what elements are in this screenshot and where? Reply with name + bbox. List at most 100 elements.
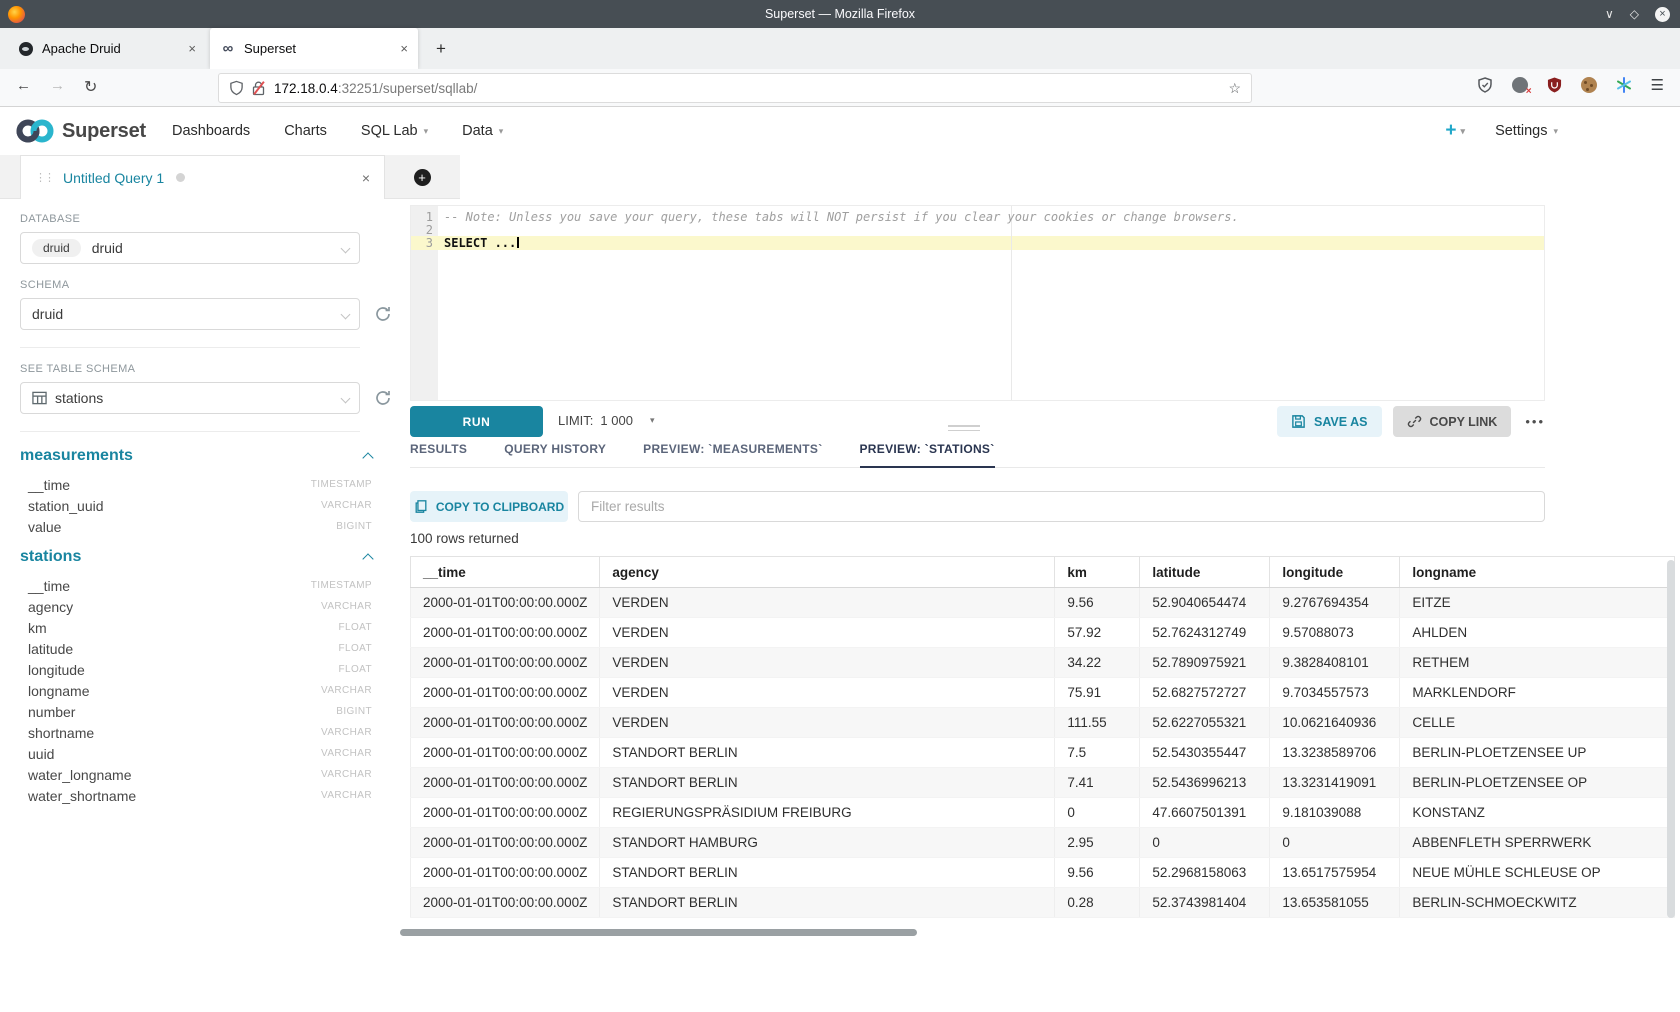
- browser-tabbar: Apache Druid × ∞ Superset × +: [0, 28, 1680, 69]
- cell-longitude: 9.181039088: [1270, 798, 1400, 828]
- menu-icon[interactable]: ☰: [1651, 76, 1664, 94]
- browser-tab-title: Superset: [244, 41, 296, 56]
- forward-icon[interactable]: →: [50, 77, 65, 94]
- tab-preview-stations[interactable]: PREVIEW: `STATIONS`: [860, 442, 995, 468]
- stations-table-header[interactable]: stations: [20, 548, 372, 566]
- query-tab-untitled[interactable]: ⋮⋮ Untitled Query 1 ×: [20, 155, 385, 199]
- tab-query-history[interactable]: QUERY HISTORY: [504, 442, 606, 467]
- panel-resize-handle[interactable]: [948, 425, 980, 434]
- measurements-table-header[interactable]: measurements: [20, 447, 372, 465]
- back-icon[interactable]: ←: [16, 77, 31, 94]
- nav-sql-lab[interactable]: SQL Lab▾: [361, 123, 428, 139]
- sql-code-text: SELECT ...: [444, 236, 516, 250]
- sql-editor[interactable]: 1 2 3 -- Note: Unless you save your quer…: [410, 205, 1545, 401]
- measurements-table-name: measurements: [20, 447, 133, 465]
- insecure-lock-icon[interactable]: [252, 81, 265, 96]
- browser-tab-apache-druid[interactable]: Apache Druid ×: [8, 28, 206, 69]
- column-name: water_shortname: [28, 788, 136, 804]
- add-query-tab-button[interactable]: +: [385, 155, 459, 199]
- superset-favicon: ∞: [220, 41, 236, 57]
- query-tab-close-icon[interactable]: ×: [362, 170, 370, 186]
- nav-data[interactable]: Data▾: [462, 123, 503, 139]
- col-header-longname[interactable]: longname: [1400, 557, 1675, 588]
- tracking-shield-icon[interactable]: [229, 80, 244, 96]
- tab-results[interactable]: RESULTS: [410, 442, 467, 467]
- table-row: 2000-01-01T00:00:00.000Z STANDORT BERLIN…: [411, 858, 1675, 888]
- schema-select[interactable]: druid: [20, 298, 360, 330]
- cell-latitude: 52.6827572727: [1140, 678, 1270, 708]
- editor-toolbar: RUN LIMIT: 1 000 ▾ SAVE AS COPY LINK •••: [410, 401, 1545, 443]
- col-header-latitude[interactable]: latitude: [1140, 557, 1270, 588]
- extension-shield-icon[interactable]: [1477, 77, 1493, 93]
- superset-logo[interactable]: Superset: [12, 116, 146, 146]
- window-close-icon[interactable]: ×: [1655, 7, 1670, 22]
- drag-handle-icon[interactable]: ⋮⋮: [35, 171, 53, 184]
- save-as-button[interactable]: SAVE AS: [1277, 406, 1382, 437]
- window-minimize-icon[interactable]: ∨: [1605, 7, 1614, 21]
- more-options-button[interactable]: •••: [1525, 414, 1545, 429]
- new-tab-button[interactable]: +: [428, 36, 454, 62]
- url-bar[interactable]: 172.18.0.4:32251/superset/sqllab/ ☆: [218, 73, 1252, 103]
- refresh-schema-icon[interactable]: [374, 305, 392, 323]
- table-row: 2000-01-01T00:00:00.000Z STANDORT BERLIN…: [411, 888, 1675, 918]
- col-header-agency[interactable]: agency: [600, 557, 1055, 588]
- chevron-up-icon[interactable]: [362, 553, 373, 564]
- col-header-time[interactable]: __time: [411, 557, 600, 588]
- cell-longname: CELLE: [1400, 708, 1675, 738]
- browser-tab-superset[interactable]: ∞ Superset ×: [210, 28, 418, 69]
- schema-column-row: longname VARCHAR: [20, 680, 372, 701]
- cell-km: 34.22: [1055, 648, 1140, 678]
- extension-mask-icon[interactable]: [1512, 77, 1528, 93]
- limit-value: 1 000: [600, 413, 633, 428]
- horizontal-scrollbar[interactable]: [400, 929, 917, 936]
- cookie-icon[interactable]: [1581, 77, 1597, 93]
- limit-dropdown[interactable]: LIMIT: 1 000 ▾: [558, 413, 654, 428]
- cell-km: 2.95: [1055, 828, 1140, 858]
- ublock-icon[interactable]: [1547, 77, 1562, 93]
- copy-link-button[interactable]: COPY LINK: [1393, 406, 1512, 437]
- cell-time: 2000-01-01T00:00:00.000Z: [411, 648, 600, 678]
- cell-latitude: 52.5436996213: [1140, 768, 1270, 798]
- copy-to-clipboard-button[interactable]: COPY TO CLIPBOARD: [410, 491, 568, 522]
- refresh-table-icon[interactable]: [374, 389, 392, 407]
- chevron-down-icon: ▾: [499, 126, 504, 137]
- schema-column-row: value BIGINT: [20, 516, 372, 537]
- column-name: longitude: [28, 662, 85, 678]
- schema-column-row: longitude FLOAT: [20, 659, 372, 680]
- add-new-button[interactable]: +▾: [1445, 120, 1465, 142]
- tab-preview-measurements[interactable]: PREVIEW: `MEASUREMENTS`: [643, 442, 822, 467]
- nav-charts[interactable]: Charts: [284, 123, 327, 139]
- extension-asterisk-icon[interactable]: [1616, 77, 1632, 93]
- reload-icon[interactable]: ↻: [84, 77, 97, 97]
- window-maximize-icon[interactable]: ◇: [1630, 7, 1639, 21]
- chevron-up-icon[interactable]: [362, 452, 373, 463]
- table-select[interactable]: stations: [20, 382, 360, 414]
- sqllab-sidebar: DATABASE druid druid SCHEMA druid SEE TA…: [0, 199, 400, 1012]
- save-as-label: SAVE AS: [1314, 415, 1368, 429]
- cell-longname: RETHEM: [1400, 648, 1675, 678]
- column-name: shortname: [28, 725, 94, 741]
- schema-column-row: shortname VARCHAR: [20, 722, 372, 743]
- run-button[interactable]: RUN: [410, 406, 543, 437]
- query-tab-strip: ⋮⋮ Untitled Query 1 × +: [0, 155, 1680, 199]
- database-select[interactable]: druid druid: [20, 232, 360, 264]
- cell-latitude: 52.5430355447: [1140, 738, 1270, 768]
- column-name: longname: [28, 683, 90, 699]
- settings-menu[interactable]: Settings▾: [1495, 123, 1558, 139]
- table-row: 2000-01-01T00:00:00.000Z REGIERUNGSPRÄSI…: [411, 798, 1675, 828]
- bookmark-star-icon[interactable]: ☆: [1228, 80, 1241, 97]
- cell-agency: VERDEN: [600, 708, 1055, 738]
- tab-close-icon[interactable]: ×: [178, 41, 196, 56]
- filter-results-input[interactable]: [578, 491, 1545, 522]
- col-header-km[interactable]: km: [1055, 557, 1140, 588]
- cell-longname: MARKLENDORF: [1400, 678, 1675, 708]
- superset-navbar: Superset Dashboards Charts SQL Lab▾ Data…: [0, 107, 1680, 155]
- divider: [20, 431, 360, 432]
- cell-longitude: 9.57088073: [1270, 618, 1400, 648]
- vertical-scrollbar[interactable]: [1667, 560, 1675, 918]
- nav-dashboards[interactable]: Dashboards: [172, 123, 250, 139]
- tab-close-icon[interactable]: ×: [390, 41, 408, 56]
- table-row: 2000-01-01T00:00:00.000Z VERDEN 57.92 52…: [411, 618, 1675, 648]
- col-header-longitude[interactable]: longitude: [1270, 557, 1400, 588]
- cell-latitude: 52.7624312749: [1140, 618, 1270, 648]
